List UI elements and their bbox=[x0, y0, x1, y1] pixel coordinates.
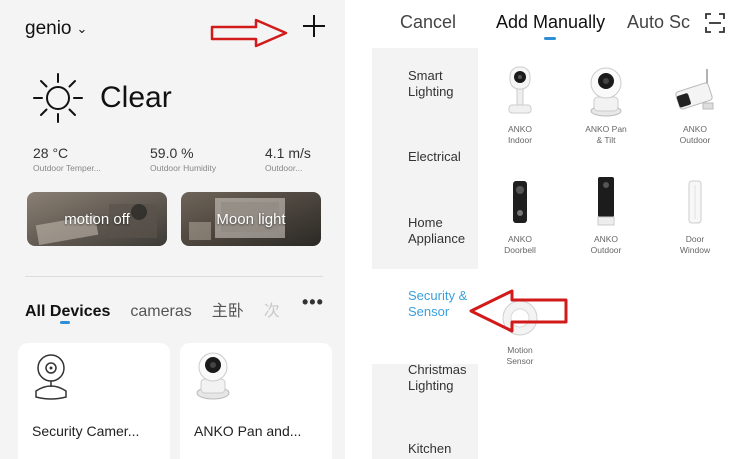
add-device-screen: Cancel Add Manually Auto Sc Smart Lighti… bbox=[372, 0, 734, 459]
product-name-line1: ANKO bbox=[593, 234, 619, 244]
sun-icon bbox=[33, 73, 83, 123]
annotation-arrow-right-icon bbox=[210, 18, 288, 48]
category-kitchen[interactable]: Kitchen bbox=[408, 441, 478, 457]
product-name-line1: Door bbox=[685, 234, 705, 244]
stat-label: Outdoor Humidity bbox=[150, 163, 217, 173]
cancel-button[interactable]: Cancel bbox=[400, 12, 456, 33]
doorbell-icon bbox=[513, 181, 527, 223]
device-tabs: All Devices cameras 主卧 次 bbox=[25, 297, 300, 321]
device-card-security-camera[interactable]: Security Camer... bbox=[18, 343, 170, 459]
tab-second-room[interactable]: 次 bbox=[264, 297, 280, 321]
tab-add-manually[interactable]: Add Manually bbox=[496, 12, 605, 33]
category-home-appliance[interactable]: Home Appliance bbox=[408, 215, 478, 248]
door-window-sensor-icon bbox=[688, 180, 702, 224]
active-tab-indicator bbox=[60, 321, 70, 324]
weather-condition: Clear bbox=[100, 81, 172, 114]
category-sidebar: Smart Lighting Electrical Home Appliance… bbox=[372, 48, 478, 459]
product-name-line1: Motion bbox=[507, 345, 533, 355]
product-anko-pan-tilt[interactable]: ANKO Pan & Tilt bbox=[566, 62, 646, 146]
chevron-down-icon: ⌄ bbox=[76, 21, 88, 36]
stat-value: 59.0 % bbox=[150, 145, 194, 161]
outdoor-sensor-icon bbox=[597, 177, 615, 226]
home-screen: genio ⌄ Clear 28 °C Outdoor Temper... 59… bbox=[0, 0, 345, 459]
device-name: ANKO Pan and... bbox=[194, 423, 302, 439]
product-door-window[interactable]: Door Window bbox=[655, 172, 734, 256]
scene-card-moon-light[interactable]: Moon light bbox=[181, 192, 321, 246]
product-name-line1: ANKO bbox=[507, 124, 533, 134]
scene-label: motion off bbox=[64, 210, 130, 228]
stat-value: 4.1 m/s bbox=[265, 145, 311, 161]
device-card-anko-pan-tilt[interactable]: ANKO Pan and... bbox=[180, 343, 332, 459]
more-icon[interactable]: ••• bbox=[302, 292, 324, 313]
divider bbox=[25, 276, 323, 277]
product-name-line1: ANKO Pan bbox=[585, 124, 627, 134]
product-name-line1: ANKO bbox=[507, 234, 533, 244]
add-device-top-tabs: Cancel Add Manually Auto Sc bbox=[372, 0, 734, 48]
product-anko-outdoor[interactable]: ANKO Outdoor bbox=[655, 62, 734, 146]
camera-outline-icon bbox=[35, 354, 67, 400]
product-name-line2: Sensor bbox=[506, 356, 534, 367]
product-anko-doorbell[interactable]: ANKO Doorbell bbox=[480, 172, 560, 256]
tab-all-devices[interactable]: All Devices bbox=[25, 303, 110, 321]
scan-icon[interactable] bbox=[705, 13, 725, 33]
tab-master-bedroom[interactable]: 主卧 bbox=[212, 297, 244, 321]
stat-value: 28 °C bbox=[33, 145, 69, 161]
home-selector[interactable]: genio ⌄ bbox=[25, 18, 87, 40]
product-anko-indoor[interactable]: ANKO Indoor bbox=[480, 62, 560, 146]
indoor-camera-icon bbox=[508, 66, 532, 114]
product-name-line2: Doorbell bbox=[504, 245, 536, 256]
category-electrical[interactable]: Electrical bbox=[408, 149, 478, 165]
tab-auto-scan[interactable]: Auto Sc bbox=[627, 12, 690, 33]
device-name: Security Camer... bbox=[32, 423, 140, 439]
product-name-line2: & Tilt bbox=[596, 135, 616, 146]
active-tab-indicator bbox=[544, 37, 556, 40]
annotation-arrow-left-icon bbox=[469, 289, 568, 333]
outdoor-camera-icon bbox=[675, 69, 714, 110]
stat-label: Outdoor... bbox=[265, 163, 303, 173]
stat-wind: 4.1 m/s Outdoor... bbox=[265, 145, 311, 173]
product-anko-outdoor-2[interactable]: ANKO Outdoor bbox=[566, 172, 646, 256]
category-smart-lighting[interactable]: Smart Lighting bbox=[408, 68, 478, 101]
stat-humidity: 59.0 % Outdoor Humidity bbox=[150, 145, 216, 173]
stat-temperature: 28 °C Outdoor Temper... bbox=[33, 145, 101, 173]
weather-summary: Clear bbox=[30, 70, 172, 126]
stat-label: Outdoor Temper... bbox=[33, 163, 101, 173]
pan-tilt-camera-icon bbox=[196, 352, 230, 400]
category-christmas-lighting[interactable]: Christmas Lighting bbox=[408, 362, 478, 395]
pan-tilt-camera-icon bbox=[590, 67, 622, 117]
scene-label: Moon light bbox=[216, 210, 286, 228]
product-name-line2: Indoor bbox=[507, 135, 533, 146]
scene-card-motion-off[interactable]: motion off bbox=[27, 192, 167, 246]
home-name: genio bbox=[25, 18, 72, 39]
add-device-icon[interactable] bbox=[300, 12, 328, 40]
product-name-line2: Window bbox=[679, 245, 711, 256]
product-name-line2: Outdoor bbox=[679, 135, 711, 146]
product-name-line1: ANKO bbox=[682, 124, 708, 134]
tab-cameras[interactable]: cameras bbox=[130, 303, 191, 321]
product-name-line2: Outdoor bbox=[590, 245, 622, 256]
